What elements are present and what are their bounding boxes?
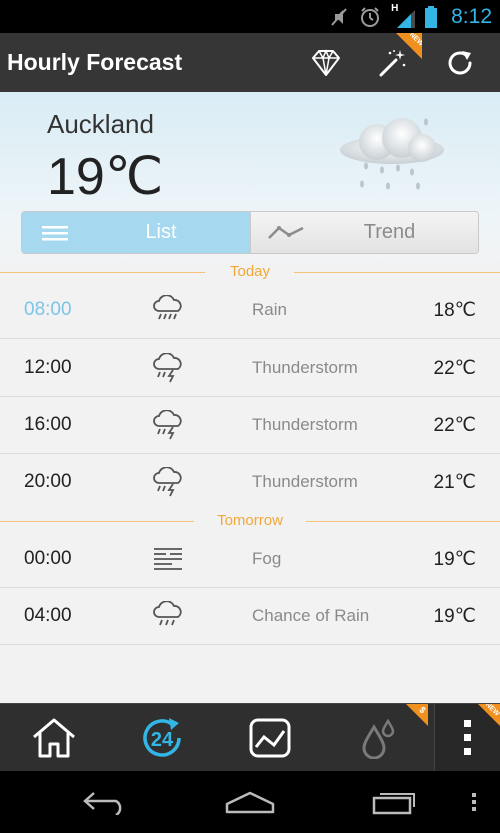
forecast-condition: Thunderstorm	[252, 472, 358, 491]
back-button[interactable]	[60, 771, 150, 833]
forecast-condition: Fog	[252, 549, 282, 568]
thunderstorm-icon	[153, 410, 182, 440]
status-icons: H 8:12	[329, 3, 492, 30]
svg-text:24: 24	[151, 729, 174, 751]
bottom-nav: 24 $ NEW	[0, 703, 500, 772]
list-view-label: List	[145, 221, 177, 243]
forecast-time: 04:00	[24, 605, 72, 626]
rain-icon	[153, 295, 182, 320]
new-badge: NEW	[478, 704, 500, 726]
magic-wand-button[interactable]: NEW	[362, 33, 422, 92]
thunderstorm-icon	[153, 353, 182, 383]
forecast-condition: Rain	[252, 300, 287, 319]
signal-icon: H	[391, 3, 416, 28]
recent-apps-button[interactable]	[350, 771, 440, 833]
status-time: 8:12	[451, 4, 492, 28]
forecast-row[interactable]: 00:00 Fog 19℃	[0, 531, 500, 588]
new-badge-label: NEW	[483, 704, 500, 718]
humidity-drops-icon	[362, 718, 395, 759]
forecast-time: 08:00	[24, 299, 72, 320]
forecast-row[interactable]: 12:00 Thunderstorm 22℃	[0, 340, 500, 397]
day-label: Today	[229, 263, 271, 280]
hourly-24-icon: 24	[143, 718, 181, 757]
forecast-time: 00:00	[24, 548, 72, 569]
forecast-temp: 18℃	[433, 300, 476, 321]
trend-chart-icon	[249, 718, 291, 758]
home-nav-icon	[225, 791, 275, 814]
home-icon	[33, 718, 75, 758]
premium-button[interactable]	[296, 33, 356, 92]
forecast-temp: 21℃	[433, 472, 476, 493]
overflow-menu-icon	[463, 720, 471, 755]
status-bar: H 8:12	[0, 0, 500, 33]
thunderstorm-icon	[153, 467, 182, 497]
forecast-row[interactable]: 16:00 Thunderstorm 22℃	[0, 397, 500, 454]
trend-view-button[interactable]: Trend	[250, 212, 478, 253]
overflow-menu-button[interactable]: NEW	[434, 704, 500, 772]
forecast-temp: 19℃	[433, 606, 476, 627]
forecast-condition: Thunderstorm	[252, 358, 358, 377]
current-temperature: 19℃	[47, 148, 164, 206]
new-badge: NEW	[396, 33, 422, 59]
day-label: Tomorrow	[217, 512, 283, 529]
home-tab[interactable]	[18, 704, 90, 772]
forecast-temp: 19℃	[433, 549, 476, 570]
forecast-time: 12:00	[24, 357, 72, 378]
refresh-icon	[448, 50, 472, 74]
forecast-row[interactable]: 08:00 Rain 18℃	[0, 282, 500, 339]
forecast-content: Auckland 19℃ List Trend Today 08:00 Rain…	[0, 92, 500, 703]
list-view-button[interactable]: List	[22, 212, 251, 253]
city-name: Auckland	[47, 109, 154, 139]
humidity-tab[interactable]: $	[342, 704, 428, 772]
trend-view-label: Trend	[363, 221, 416, 243]
forecast-time: 20:00	[24, 471, 72, 492]
premium-diamond-icon	[312, 48, 340, 76]
back-icon	[83, 792, 122, 815]
menu-button[interactable]	[464, 771, 484, 833]
forecast-temp: 22℃	[433, 415, 476, 436]
action-bar: Hourly Forecast NEW	[0, 33, 500, 92]
page-title: Hourly Forecast	[7, 49, 183, 75]
trend-tab[interactable]	[234, 704, 306, 772]
fog-icon	[154, 548, 182, 570]
forecast-temp: 22℃	[433, 358, 476, 379]
forecast-row[interactable]: 04:00 Chance of Rain 19℃	[0, 588, 500, 645]
hourly-tab[interactable]: 24	[126, 704, 198, 772]
alarm-icon	[361, 6, 380, 27]
mute-icon	[331, 7, 347, 26]
recent-apps-icon	[372, 793, 415, 815]
new-badge-label: NEW	[407, 33, 422, 48]
view-toggle: List Trend	[21, 211, 479, 254]
refresh-button[interactable]	[430, 33, 490, 92]
forecast-row[interactable]: 20:00 Thunderstorm 21℃	[0, 454, 500, 511]
forecast-condition: Thunderstorm	[252, 415, 358, 434]
forecast-time: 16:00	[24, 414, 72, 435]
menu-dots-icon	[472, 793, 476, 811]
home-nav-button[interactable]	[205, 771, 295, 833]
chance-rain-icon	[153, 601, 182, 626]
system-navigation-bar	[0, 771, 500, 833]
paid-badge: $	[406, 704, 428, 726]
battery-icon	[425, 5, 438, 28]
rain-cloud-icon	[340, 118, 444, 190]
paid-badge-label: $	[417, 704, 428, 716]
forecast-condition: Chance of Rain	[252, 606, 370, 625]
